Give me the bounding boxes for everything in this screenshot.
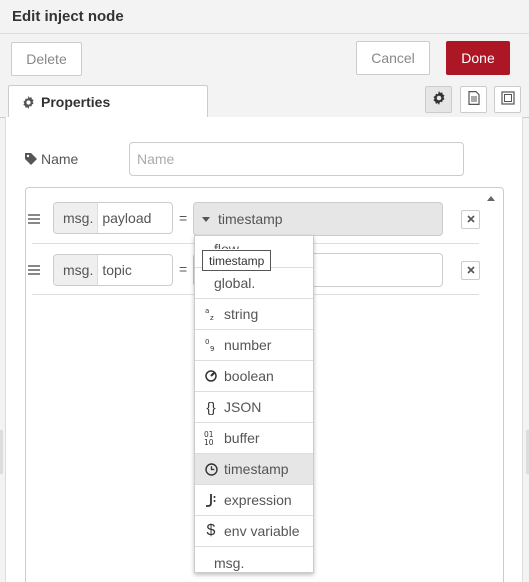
msg-prefix: msg.: [54, 255, 99, 285]
left-resize-grip[interactable]: [0, 430, 3, 474]
file-text-icon: [467, 91, 480, 108]
equals-sign: =: [179, 261, 188, 277]
svg-text:a: a: [205, 307, 209, 315]
name-label: Name: [25, 151, 78, 167]
09-icon: 09: [203, 338, 219, 352]
svg-text:10: 10: [204, 438, 214, 446]
value-type-label: timestamp: [218, 211, 283, 227]
property-field: payload: [102, 210, 152, 226]
tab-bar: Properties: [0, 84, 529, 119]
menu-item-string[interactable]: az string: [195, 299, 313, 330]
tooltip: timestamp: [202, 250, 272, 271]
name-label-text: Name: [41, 151, 79, 167]
caret-down-icon: [202, 216, 210, 222]
menu-item-json[interactable]: {} JSON: [195, 392, 313, 423]
done-button[interactable]: Done: [446, 41, 510, 75]
description-tab-button[interactable]: [460, 86, 487, 113]
dollar-icon: $: [206, 522, 216, 539]
gear-icon: [432, 91, 446, 108]
close-icon: [466, 214, 475, 226]
binary-icon: 01 10: [203, 430, 219, 446]
property-name-input[interactable]: msg. payload: [53, 202, 173, 234]
svg-text:0: 0: [205, 338, 209, 346]
dialog-titlebar: Edit inject node: [0, 0, 529, 34]
close-icon: [466, 265, 475, 277]
delete-button[interactable]: Delete: [11, 42, 82, 76]
menu-item-env-variable[interactable]: $ env variable: [195, 516, 313, 547]
toggle-icon: [203, 370, 219, 382]
braces-icon: {}: [206, 399, 216, 415]
name-input[interactable]: Name: [129, 142, 464, 176]
gear-icon: [21, 95, 35, 109]
scrollbar[interactable]: [485, 190, 501, 582]
dialog-title: Edit inject node: [12, 8, 124, 25]
svg-text:z: z: [210, 314, 214, 321]
tab-properties[interactable]: Properties: [8, 85, 208, 119]
menu-item-number[interactable]: 09 number: [195, 330, 313, 361]
remove-row-button[interactable]: [461, 261, 480, 280]
menu-item-msg[interactable]: msg.: [195, 547, 313, 578]
scroll-up-arrow-icon[interactable]: [487, 196, 495, 201]
equals-sign: =: [179, 210, 188, 226]
appearance-tab-button[interactable]: [494, 86, 521, 113]
az-icon: az: [203, 307, 219, 321]
menu-item-expression[interactable]: expression: [195, 485, 313, 516]
type-dropdown-menu: flow. global. az string 09 number boolea…: [194, 235, 314, 573]
drag-handle-icon[interactable]: [28, 214, 40, 224]
remove-row-button[interactable]: [461, 210, 480, 229]
value-type-select[interactable]: timestamp: [193, 202, 443, 236]
menu-item-timestamp[interactable]: timestamp: [195, 454, 313, 485]
menu-item-buffer[interactable]: 01 10 buffer: [195, 423, 313, 454]
frame-icon: [500, 91, 515, 108]
menu-item-boolean[interactable]: boolean: [195, 361, 313, 392]
svg-text:9: 9: [210, 345, 214, 352]
settings-tab-button[interactable]: [425, 86, 452, 113]
tag-icon: [25, 153, 37, 165]
cancel-button[interactable]: Cancel: [356, 41, 430, 75]
property-field: topic: [102, 262, 132, 278]
jsonata-icon: [203, 493, 219, 507]
clock-icon: [203, 462, 219, 476]
tab-properties-label: Properties: [41, 94, 111, 110]
property-name-input[interactable]: msg. topic: [53, 254, 173, 286]
drag-handle-icon[interactable]: [28, 265, 40, 275]
menu-item-global[interactable]: global.: [195, 268, 313, 299]
msg-prefix: msg.: [54, 203, 99, 233]
